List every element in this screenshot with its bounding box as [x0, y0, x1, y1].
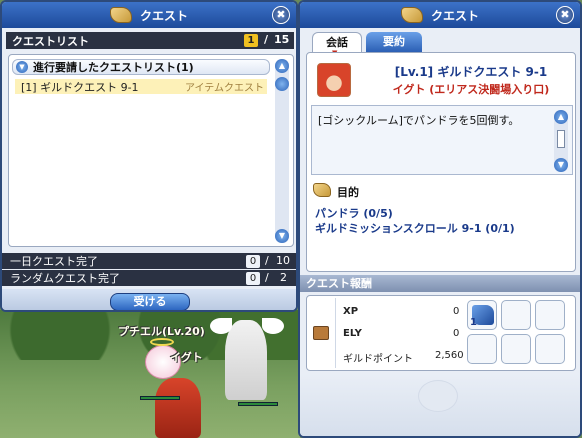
description-scrollbar[interactable]: ▲ ▼: [554, 110, 568, 172]
reward-divider: [335, 298, 336, 368]
objective-icon: [313, 183, 331, 197]
reward-label: ギルドポイント: [343, 354, 413, 365]
objective-label: 目的: [337, 186, 359, 199]
wing-right: [262, 318, 284, 334]
daily-label: 一日クエスト完了: [10, 255, 98, 268]
item-count: 1: [470, 317, 477, 328]
scroll-down-icon[interactable]: ▼: [275, 229, 289, 243]
reward-panel: XP 0 ELY 0 ギルドポイント 2,560 1: [306, 295, 576, 371]
right-title: クエスト: [430, 8, 479, 23]
scroll-thumb[interactable]: [275, 77, 289, 91]
quest-list-box: ▼ 進行要請したクエストリスト(1) [1] ギルドクエスト 9-1 アイテムク…: [8, 54, 294, 247]
accept-button[interactable]: 受ける: [110, 293, 190, 310]
reward-item-slot[interactable]: 1: [467, 300, 497, 330]
scroll-thumb[interactable]: [557, 130, 565, 148]
reward-item-slot[interactable]: [467, 334, 497, 364]
reward-value: 0: [453, 328, 460, 339]
reward-label: XP: [343, 306, 359, 317]
daily-total: 10: [276, 254, 290, 267]
reward-item-slot[interactable]: [501, 300, 531, 330]
scroll-up-icon[interactable]: ▲: [275, 59, 289, 73]
reward-item-slot[interactable]: [501, 334, 531, 364]
scroll-icon: [400, 7, 423, 23]
daily-sep: /: [265, 254, 269, 267]
quest-detail-window: クエスト ✖ 会話 ▼ 要約 [Lv.1] ギルドクエスト 9-1 イグト (エ…: [298, 0, 582, 438]
reward-header: クエスト報酬: [300, 275, 580, 292]
daily-complete-row: 一日クエスト完了 0 / 10: [2, 253, 296, 269]
quest-list-window: クエスト ✖ クエストリスト 1 / 15 ▼ 進行要請したクエストリスト(1)…: [0, 0, 298, 312]
reward-label: ELY: [343, 328, 362, 339]
collapse-icon[interactable]: ▼: [16, 61, 28, 73]
close-icon[interactable]: ✖: [272, 6, 290, 24]
page-total: 15: [274, 33, 290, 46]
quest-title: [Lv.1] ギルドクエスト 9-1: [394, 65, 548, 79]
objective-item: パンドラ (0/5): [315, 207, 393, 220]
scroll-icon: [109, 7, 132, 23]
detail-panel: [Lv.1] ギルドクエスト 9-1 イグト (エリアス決闘場入り口) [ゴシッ…: [306, 52, 576, 272]
random-done: 0: [246, 272, 260, 285]
quest-group-header[interactable]: ▼ 進行要請したクエストリスト(1): [12, 59, 270, 75]
hp-bar-2: [238, 402, 278, 406]
player-sprite[interactable]: [155, 378, 201, 438]
objective-item: ギルドミッションスクロール 9-1 (0/1): [315, 222, 515, 235]
random-label: ランダムクエスト完了: [10, 272, 120, 285]
reward-header-label: クエスト報酬: [306, 277, 372, 290]
scroll-up-icon[interactable]: ▲: [554, 110, 568, 124]
quest-type: アイテムクエスト: [185, 83, 264, 94]
random-total: 2: [280, 271, 287, 284]
wing-left: [210, 318, 232, 334]
reward-value: 0: [453, 306, 460, 317]
halo: [150, 338, 174, 346]
page-current: 1: [244, 34, 258, 47]
random-sep: /: [265, 271, 269, 284]
page-sep: /: [264, 33, 269, 46]
reward-item-slot[interactable]: [535, 334, 565, 364]
daily-done: 0: [246, 255, 260, 268]
quest-list-header: クエストリスト 1 / 15: [6, 32, 294, 49]
description-box: [ゴシックルーム]でパンドラを5回倒す。 ▲ ▼: [311, 105, 573, 175]
quest-list-label: クエストリスト: [12, 34, 89, 48]
quest-npc: イグト (エリアス決闘場入り口): [392, 83, 550, 96]
close-icon[interactable]: ✖: [556, 6, 574, 24]
left-titlebar[interactable]: クエスト ✖: [2, 2, 296, 28]
treasure-icon: [313, 326, 329, 340]
description-text: [ゴシックルーム]でパンドラを5回倒す。: [318, 114, 520, 127]
npc-label: プチエル(Lv.20): [118, 325, 205, 338]
quest-group-label: 進行要請したクエストリスト(1): [33, 61, 194, 74]
left-title: クエスト: [139, 8, 188, 23]
right-titlebar[interactable]: クエスト ✖: [300, 2, 580, 28]
hp-bar: [140, 396, 180, 400]
scroll-down-icon[interactable]: ▼: [554, 158, 568, 172]
reward-item-slot[interactable]: [535, 300, 565, 330]
emblem-watermark: [418, 380, 458, 412]
player-label: イグト: [170, 351, 203, 364]
random-complete-row: ランダムクエスト完了 0 / 2: [2, 270, 296, 286]
reward-value: 2,560: [435, 350, 464, 361]
npc-portrait: [317, 63, 351, 97]
angel-sprite[interactable]: [225, 320, 267, 400]
tab-summary[interactable]: 要約: [366, 32, 422, 52]
quest-list-scrollbar[interactable]: ▲ ▼: [275, 59, 289, 243]
window-footer: [300, 374, 580, 436]
quest-name: [1] ギルドクエスト 9-1: [21, 80, 139, 94]
game-scene: プチエル(Lv.20) イグト: [0, 310, 300, 438]
quest-row[interactable]: [1] ギルドクエスト 9-1 アイテムクエスト: [15, 79, 267, 94]
